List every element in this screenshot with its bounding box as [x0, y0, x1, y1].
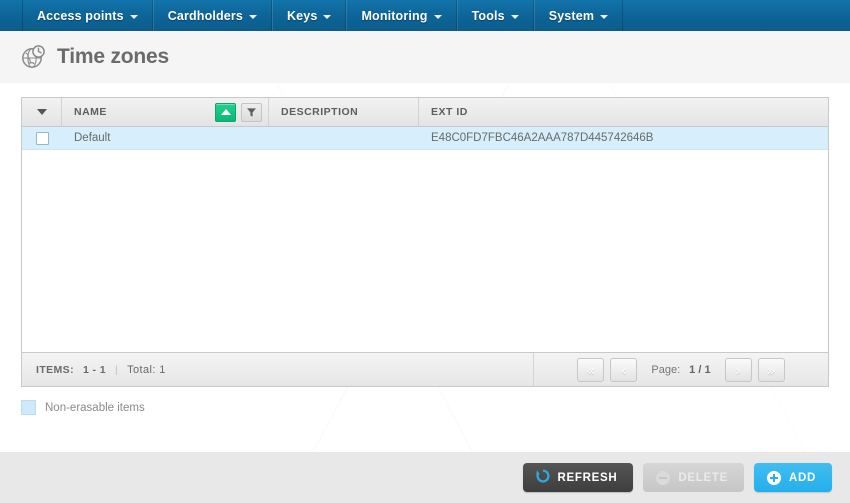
add-button[interactable]: ADD: [753, 463, 832, 492]
first-page-button[interactable]: «: [577, 357, 605, 382]
page-label-text: Page:: [651, 363, 681, 376]
globe-clock-icon: [20, 44, 46, 70]
content-panel: Time zones NAME DESCRIPTION EXT ID Defau…: [0, 31, 850, 452]
table-row[interactable]: Default E48C0FD7FBC46A2AAA787D445742646B: [22, 127, 828, 150]
column-header-name[interactable]: NAME: [62, 98, 269, 126]
cell-ext-id: E48C0FD7FBC46A2AAA787D445742646B: [431, 132, 654, 144]
legend-label: Non-erasable items: [45, 401, 145, 414]
chevron-down-icon: [510, 14, 519, 19]
plus-circle-icon: [766, 470, 781, 485]
chevron-down-icon: [433, 14, 442, 19]
legend: Non-erasable items: [21, 400, 850, 415]
cell-name: Default: [74, 132, 111, 144]
last-page-button[interactable]: »: [757, 357, 785, 382]
items-range: 1 - 1: [82, 363, 106, 376]
items-label: ITEMS:: [36, 363, 74, 376]
nav-item-label: Monitoring: [361, 8, 428, 23]
column-header-label: EXT ID: [431, 106, 468, 118]
pagination-controls: « ‹ Page: 1 / 1 › »: [534, 357, 828, 382]
legend-color-swatch: [21, 400, 36, 415]
table-footer: ITEMS: 1 - 1 | Total: 1 « ‹ Page: 1 / 1 …: [22, 352, 828, 386]
nav-item-access-points[interactable]: Access points: [22, 0, 153, 31]
delete-button[interactable]: DELETE: [643, 463, 744, 492]
filter-funnel-icon[interactable]: [241, 102, 262, 122]
refresh-button[interactable]: REFRESH: [522, 463, 634, 492]
time-zones-table: NAME DESCRIPTION EXT ID Default E48C0FD7…: [21, 97, 829, 387]
nav-item-tools[interactable]: Tools: [456, 0, 534, 31]
sort-ascending-icon[interactable]: [215, 102, 236, 122]
refresh-button-label: REFRESH: [557, 471, 618, 484]
nav-item-cardholders[interactable]: Cardholders: [152, 0, 272, 31]
column-header-label: NAME: [74, 106, 107, 118]
page-header: Time zones: [0, 31, 850, 83]
page-value: 1 / 1: [689, 363, 711, 376]
items-total: Total: 1: [127, 363, 166, 376]
action-bar: REFRESH DELETE ADD: [0, 452, 850, 503]
nav-item-label: Keys: [287, 8, 318, 23]
cell-description: [269, 127, 419, 149]
items-separator: |: [115, 363, 119, 376]
chevron-down-icon: [600, 14, 609, 19]
column-header-description[interactable]: DESCRIPTION: [269, 98, 419, 126]
table-body: Default E48C0FD7FBC46A2AAA787D445742646B: [22, 127, 828, 352]
main-navigation-bar: Access points Cardholders Keys Monitorin…: [0, 0, 850, 31]
chevron-down-icon: [129, 14, 138, 19]
refresh-icon: [535, 469, 550, 486]
nav-item-label: Access points: [37, 8, 124, 23]
page-title: Time zones: [57, 45, 169, 68]
delete-button-label: DELETE: [678, 471, 728, 484]
chevron-down-icon: [323, 14, 332, 19]
items-info: ITEMS: 1 - 1 | Total: 1: [22, 353, 534, 386]
chevron-down-icon: [249, 14, 257, 19]
nav-item-keys[interactable]: Keys: [272, 0, 347, 31]
column-header-ext-id[interactable]: EXT ID: [419, 98, 828, 126]
add-button-label: ADD: [788, 471, 816, 484]
chevron-down-icon: [36, 109, 47, 115]
nav-item-label: System: [548, 8, 595, 23]
previous-page-button[interactable]: ‹: [610, 357, 638, 382]
nav-item-monitoring[interactable]: Monitoring: [346, 0, 457, 31]
minus-circle-icon: [656, 470, 671, 485]
nav-item-system[interactable]: System: [533, 0, 624, 31]
row-checkbox[interactable]: [35, 131, 49, 145]
nav-item-label: Tools: [471, 8, 505, 23]
page-indicator: Page: 1 / 1: [651, 364, 710, 376]
row-select-cell: [22, 127, 62, 149]
nav-item-label: Cardholders: [167, 8, 243, 23]
column-header-tools: [215, 102, 262, 122]
next-page-button[interactable]: ›: [724, 357, 752, 382]
table-header-row: NAME DESCRIPTION EXT ID: [22, 98, 828, 127]
column-header-select-all[interactable]: [22, 98, 62, 126]
column-header-label: DESCRIPTION: [281, 106, 359, 118]
